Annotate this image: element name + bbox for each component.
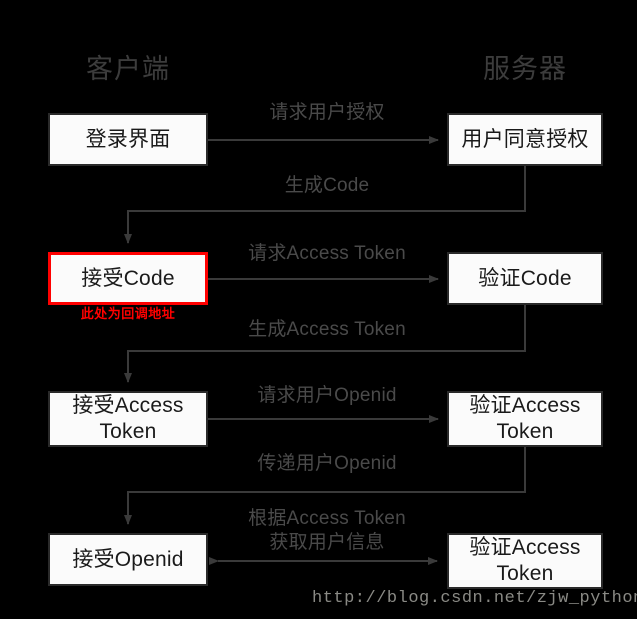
node-receive-openid[interactable]: 接受Openid [48,533,208,586]
edge-label-request-openid: 请求用户Openid [257,385,397,406]
column-title-client: 客户端 [86,54,170,84]
edge-label-generate-access-token: 生成Access Token [248,319,406,340]
edge-label-request-access-token: 请求Access Token [248,243,406,264]
column-title-server: 服务器 [483,54,567,84]
edge-label-request-auth: 请求用户授权 [269,102,385,123]
watermark-url: http://blog.csdn.net/zjw_python [312,589,637,608]
node-receive-access-token[interactable]: 接受Access Token [48,391,208,447]
callback-address-note: 此处为回调地址 [80,306,176,321]
node-login-ui[interactable]: 登录界面 [48,113,208,166]
node-user-authorize[interactable]: 用户同意授权 [447,113,603,166]
edge-label-deliver-openid: 传递用户Openid [257,453,397,474]
flowchart-canvas: 客户端 服务器 登录界面 用户同意授权 接受Code 验证Code 接受Acce… [0,0,637,619]
node-verify-access-token-2[interactable]: 验证Access Token [447,533,603,589]
edge-label-generate-code: 生成Code [284,175,370,196]
node-verify-access-token-1[interactable]: 验证Access Token [447,391,603,447]
edge-label-fetch-user-info: 根据Access Token 获取用户信息 [248,508,406,553]
node-receive-code[interactable]: 接受Code [48,252,208,305]
node-verify-code[interactable]: 验证Code [447,252,603,305]
